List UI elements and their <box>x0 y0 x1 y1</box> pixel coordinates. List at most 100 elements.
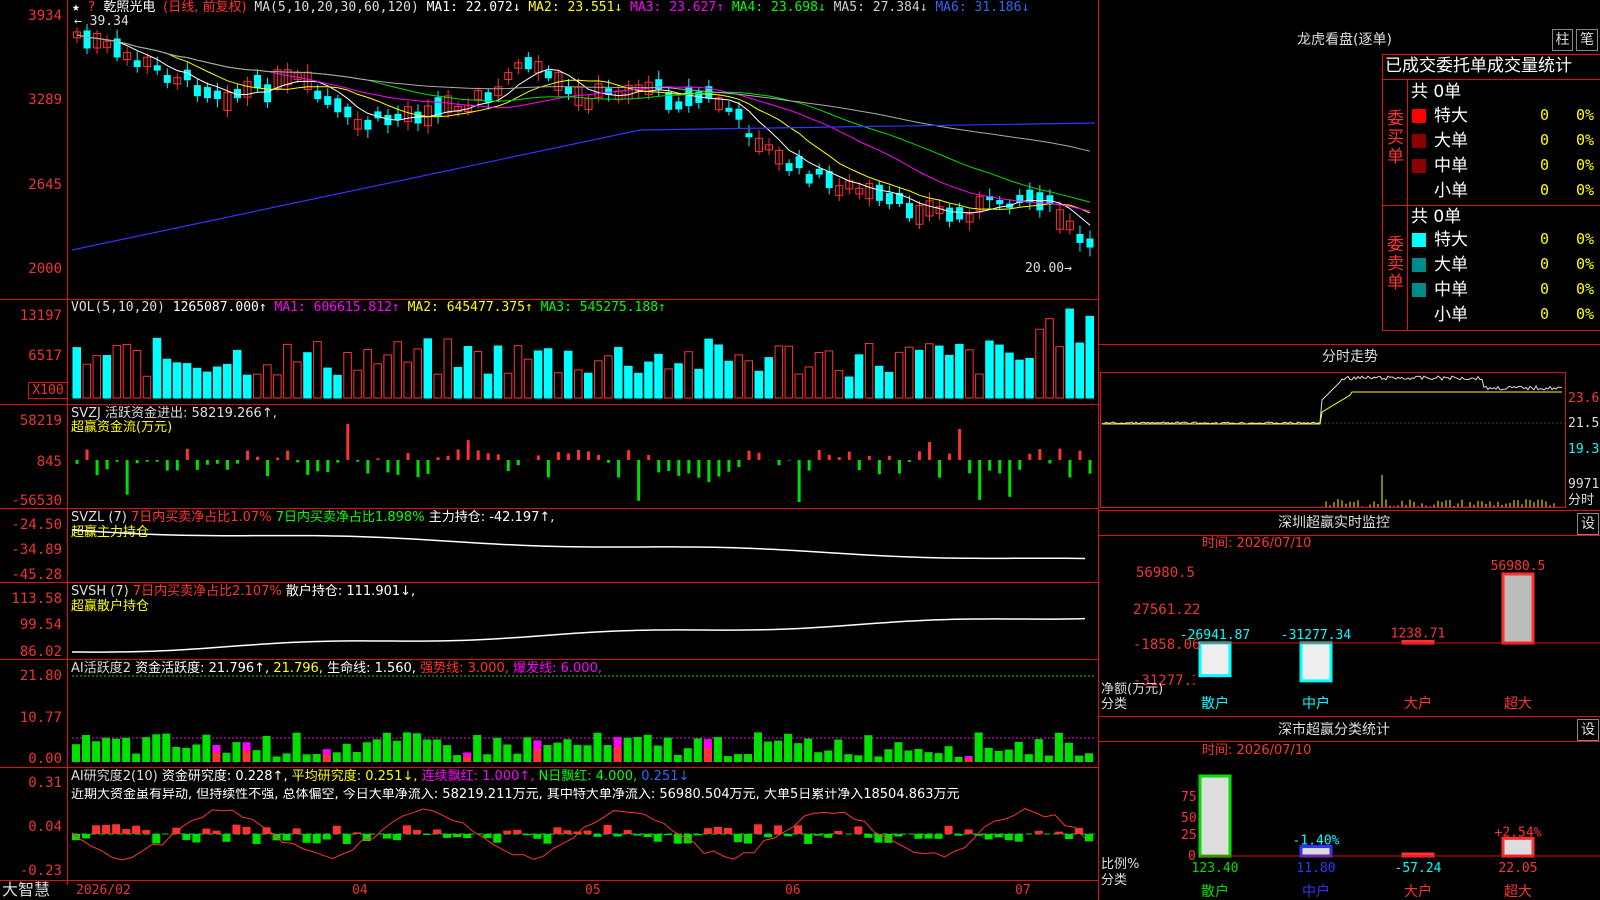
order-count: 0 <box>1540 106 1550 124</box>
category-label: 超大 <box>1504 696 1532 712</box>
volume-bar <box>182 363 192 399</box>
activity-bar <box>934 753 943 762</box>
bar-mode-button[interactable]: 柱 <box>1552 29 1573 51</box>
activity-bar <box>342 743 351 762</box>
research-bar <box>152 834 161 844</box>
ratio-value: -57.24 <box>1395 861 1442 876</box>
category-label: 中户 <box>1302 883 1330 900</box>
research-bar <box>292 828 301 834</box>
ma-line <box>76 34 1091 212</box>
candle <box>946 207 954 222</box>
candle <box>956 207 964 220</box>
research-bar <box>854 826 863 834</box>
volume-bar <box>1015 359 1024 399</box>
order-size-label: 大单 <box>1434 255 1468 275</box>
volume-bar <box>273 374 282 399</box>
volume-bar <box>604 355 613 399</box>
stock-terminal-window: ★ ? 乾照光电 (日线, 前复权) MA(5,10,20,30,60,120)… <box>0 0 1600 900</box>
volume-bar <box>634 372 643 399</box>
candle <box>785 163 793 172</box>
volume-bar <box>243 374 252 399</box>
szmon-tick: 27561.22 <box>1133 602 1201 618</box>
research-bar <box>703 828 712 834</box>
research-bar <box>643 834 652 838</box>
intraday-frame <box>1100 372 1566 508</box>
research-bar <box>262 827 271 834</box>
tick-mode-button[interactable]: 笔 <box>1576 29 1598 51</box>
activity-bar <box>563 739 572 762</box>
candle <box>334 98 342 113</box>
order-size-label: 大单 <box>1434 131 1468 151</box>
candle <box>725 107 733 112</box>
activity-bar <box>92 741 101 762</box>
candle <box>163 75 171 83</box>
buy-total: 共 0单 <box>1411 82 1462 102</box>
volume-bar <box>694 368 703 399</box>
research-bar <box>814 834 823 836</box>
research-bar <box>603 824 612 834</box>
order-percent: 0% <box>1576 131 1595 149</box>
volume-bar <box>854 354 864 399</box>
activity-bar <box>603 745 612 762</box>
volume-bar <box>463 346 473 399</box>
volume-bar <box>102 355 112 399</box>
szmon-settings-button[interactable]: 设 <box>1577 513 1599 535</box>
volume-bar <box>684 351 693 399</box>
activity-bar <box>252 750 261 762</box>
volume-bar <box>864 343 874 399</box>
sep <box>1382 205 1600 206</box>
volume-bar <box>814 352 824 399</box>
order-count: 0 <box>1540 280 1550 298</box>
volume-bar <box>804 366 814 399</box>
activity-bar <box>202 734 211 762</box>
candle <box>254 74 262 89</box>
research-bar <box>743 834 752 844</box>
candle <box>885 193 893 205</box>
volume-bar <box>433 373 443 399</box>
volume-bar <box>925 343 934 399</box>
activity-bar <box>683 748 692 762</box>
activity-bar <box>964 758 973 762</box>
research-bar <box>483 834 492 839</box>
volume-bar <box>112 345 122 399</box>
volume-bar <box>714 344 723 399</box>
activity-bar <box>102 737 111 762</box>
volume-bar <box>945 354 954 399</box>
volume-bar <box>283 343 292 399</box>
activity-bar <box>72 744 81 762</box>
research-bar <box>523 834 532 836</box>
research-bar <box>824 834 833 838</box>
volume-bar <box>584 372 593 399</box>
volume-bar <box>92 355 102 399</box>
activity-bar <box>332 752 341 762</box>
szcls-settings-button[interactable]: 设 <box>1577 719 1599 741</box>
research-bar <box>914 834 923 839</box>
volume-bar <box>212 366 222 399</box>
activity-bar <box>322 754 331 762</box>
ratio-value: 11.80 <box>1296 861 1335 876</box>
activity-bar <box>713 737 722 762</box>
activity-bar <box>623 737 632 762</box>
order-count: 0 <box>1540 230 1550 248</box>
volume-bar <box>834 370 844 399</box>
holding-line <box>71 617 1085 653</box>
activity-bar <box>443 745 452 762</box>
research-bar <box>382 834 391 839</box>
research-bar <box>443 834 452 838</box>
volume-bar <box>1045 318 1054 399</box>
volume-bar <box>503 372 513 399</box>
volume-bar <box>443 338 453 399</box>
volume-bar <box>293 361 302 399</box>
volume-bar <box>523 358 533 399</box>
research-bar <box>553 827 562 834</box>
volume-bar <box>383 354 392 399</box>
activity-bar <box>272 756 281 762</box>
research-bar <box>944 825 953 834</box>
activity-bar <box>302 754 311 762</box>
volume-bar <box>664 368 673 399</box>
volume-bar <box>343 352 352 399</box>
volume-bar <box>563 350 573 399</box>
research-bar <box>954 834 963 836</box>
activity-bar <box>212 751 221 762</box>
candle <box>203 87 211 99</box>
